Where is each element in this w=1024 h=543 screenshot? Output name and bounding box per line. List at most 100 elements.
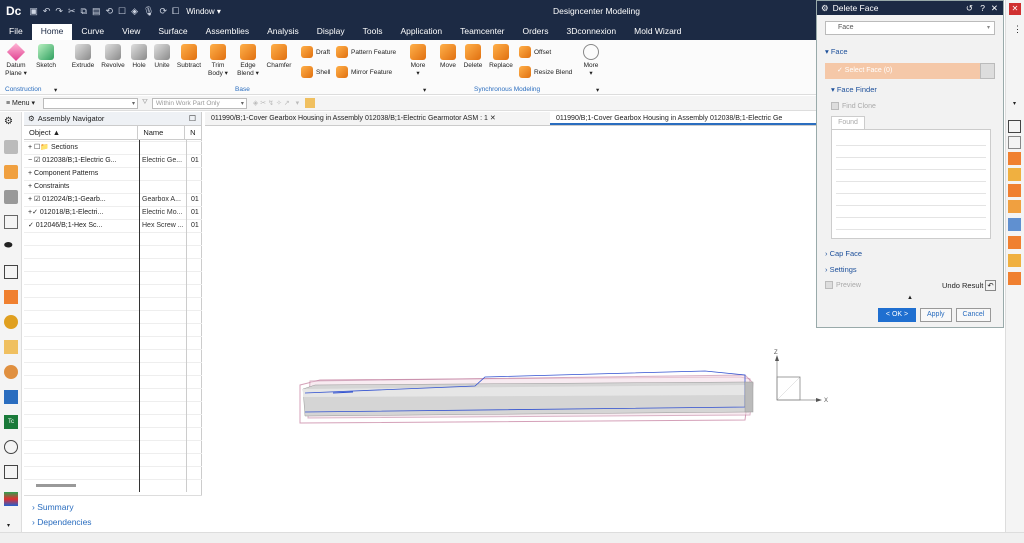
snap-point-icons[interactable]: ◈✂↯✧↗ ▾ — [253, 99, 301, 107]
assembly-navigator-icon[interactable] — [4, 165, 18, 179]
system-scene-icon[interactable] — [4, 390, 18, 404]
settings-icon[interactable]: ⚙ — [4, 116, 18, 130]
tree-row[interactable]: + Component Patterns — [24, 167, 202, 180]
section-face-finder[interactable]: ▾ Face Finder — [831, 85, 877, 94]
menu-tab-3dconnexion[interactable]: 3Dconnexion — [558, 24, 626, 40]
clock-icon[interactable] — [4, 440, 18, 454]
summary-panel[interactable]: › Summary — [32, 502, 74, 512]
unite-button[interactable]: Unite — [151, 44, 173, 70]
feature-icon-6[interactable] — [1008, 236, 1021, 249]
menu-tab-file[interactable]: File — [0, 24, 32, 40]
tree-row[interactable]: + ☑ 012024/B;1-Gearb... Gearbox A... 01 — [24, 193, 202, 206]
feature-icon-8[interactable] — [1008, 272, 1021, 285]
copy-icon[interactable]: ⧉ — [81, 6, 87, 17]
found-list[interactable] — [831, 129, 991, 239]
history-palette-icon[interactable] — [4, 290, 18, 304]
web-browser-icon[interactable] — [4, 265, 18, 279]
base-dropdown-icon[interactable]: ▾ — [423, 86, 426, 94]
shell-button[interactable]: Shell — [301, 66, 330, 78]
menu-tab-mold-wizard[interactable]: Mold Wizard — [625, 24, 690, 40]
more-options-icon[interactable]: ⋮ — [1013, 24, 1022, 35]
menu-tab-assemblies[interactable]: Assemblies — [197, 24, 258, 40]
switch-window-icon[interactable]: ⧠ — [172, 6, 179, 17]
move-face-button[interactable]: Move — [437, 44, 459, 70]
scroll-up-icon[interactable]: ▾ — [1013, 100, 1016, 107]
column-n[interactable]: N — [185, 126, 201, 139]
select-face-field[interactable]: ✓ Select Face (0) — [825, 63, 980, 79]
extrude-button[interactable]: Extrude — [68, 44, 98, 70]
manufacturing-wizard-icon[interactable] — [4, 340, 18, 354]
undo-icon[interactable]: ↶ — [43, 6, 51, 17]
section-settings[interactable]: › Settings — [825, 265, 857, 274]
resize-blend-button[interactable]: Resize Blend — [519, 66, 572, 78]
menu-tab-curve[interactable]: Curve — [72, 24, 113, 40]
offset-region-button[interactable]: Offset — [519, 46, 551, 58]
role-icon[interactable] — [4, 365, 18, 379]
hole-button[interactable]: Hole — [129, 44, 149, 70]
repeat-icon[interactable]: ⟲ — [105, 6, 113, 17]
feature-icon-2[interactable] — [1008, 168, 1021, 181]
undo-result-button[interactable]: Undo Result ↶ — [942, 280, 996, 291]
orient-icon[interactable]: ◈ — [131, 6, 138, 17]
process-studio-icon[interactable] — [4, 315, 18, 329]
reset-icon[interactable]: ↺ — [966, 3, 973, 14]
filter-icon[interactable]: ⛛ — [142, 99, 148, 107]
revolve-button[interactable]: Revolve — [99, 44, 127, 70]
tree-row[interactable]: ✓ 012046/B;1-Hex Sc... Hex Screw ... 01 — [24, 219, 202, 232]
draft-button[interactable]: Draft — [301, 46, 330, 58]
feature-icon-5[interactable] — [1008, 218, 1021, 231]
cut-icon[interactable]: ✂ — [68, 6, 76, 17]
sketch-section-icon[interactable] — [1008, 136, 1021, 149]
help-icon[interactable]: ? — [980, 3, 985, 13]
found-tab[interactable]: Found — [831, 116, 865, 129]
feature-icon-7[interactable] — [1008, 254, 1021, 267]
tree-row[interactable]: + Constraints — [24, 180, 202, 193]
reuse-library-icon[interactable] — [4, 215, 18, 229]
type-filter-combo[interactable]: ▾ — [43, 97, 138, 109]
menu-tab-tools[interactable]: Tools — [354, 24, 392, 40]
graphics-tab[interactable]: 011990/B;1-Cover Gearbox Housing in Asse… — [205, 112, 550, 125]
view-icon[interactable] — [305, 98, 316, 108]
history-icon[interactable]: ⟳ — [159, 6, 167, 17]
sketch-palette-icon[interactable] — [4, 465, 18, 479]
selection-scope-combo[interactable]: Within Work Part Only ▾ — [151, 97, 247, 109]
more-base-button[interactable]: More ▾ — [407, 44, 429, 78]
command-finder-icon[interactable] — [1008, 120, 1021, 133]
mic-icon[interactable]: 🎙 — [143, 6, 154, 17]
feature-icon-4[interactable] — [1008, 200, 1021, 213]
feature-icon-1[interactable] — [1008, 152, 1021, 165]
menu-button[interactable]: ≡ Menu ▾ — [6, 99, 35, 107]
part-navigator-icon[interactable] — [4, 140, 18, 154]
save-icon[interactable]: ▣ — [29, 6, 38, 17]
apply-button[interactable]: Apply — [920, 308, 952, 322]
subtract-button[interactable]: Subtract — [174, 44, 204, 70]
redo-icon[interactable]: ↷ — [55, 6, 63, 17]
menu-tab-teamcenter[interactable]: Teamcenter — [451, 24, 513, 40]
column-object[interactable]: Object ▲ — [24, 126, 139, 139]
cancel-button[interactable]: Cancel — [955, 308, 992, 322]
close-window-icon[interactable]: ✕ — [1009, 3, 1021, 15]
column-name[interactable]: Name — [138, 126, 186, 139]
construction-dropdown-icon[interactable]: ▾ — [54, 86, 57, 94]
mirror-feature-button[interactable]: Mirror Feature — [336, 66, 392, 78]
tree-row[interactable]: − ☑ 012038/B;1-Electric G... Electric Ge.… — [24, 154, 202, 167]
section-face[interactable]: ▾ Face — [825, 47, 848, 56]
chamfer-button[interactable]: Chamfer — [264, 44, 294, 70]
window-menu[interactable]: Window ▾ — [186, 7, 221, 16]
pattern-feature-button[interactable]: Pattern Feature — [336, 46, 396, 58]
color-palette-icon[interactable] — [4, 492, 18, 506]
sync-dropdown-icon[interactable]: ▾ — [596, 86, 599, 94]
collapse-icon[interactable]: ▲ — [907, 295, 913, 301]
preview-checkbox[interactable]: Preview — [825, 281, 861, 289]
tree-row[interactable]: + ☐📁 Sections — [24, 141, 202, 154]
csys-triad[interactable]: Z X — [774, 350, 828, 404]
dependencies-panel[interactable]: › Dependencies — [32, 517, 92, 527]
scroll-down-icon[interactable]: ▾ — [7, 522, 10, 529]
menu-tab-surface[interactable]: Surface — [149, 24, 196, 40]
feature-icon-3[interactable] — [1008, 184, 1021, 197]
find-clone-checkbox[interactable]: Find Clone — [831, 102, 876, 110]
more-sync-button[interactable]: More ▾ — [580, 44, 602, 78]
hd3d-icon[interactable]: ⬬ — [4, 240, 18, 254]
datum-plane-button[interactable]: Datum Plane ▾ — [4, 42, 28, 78]
paste-icon[interactable]: ▤ — [92, 6, 101, 17]
